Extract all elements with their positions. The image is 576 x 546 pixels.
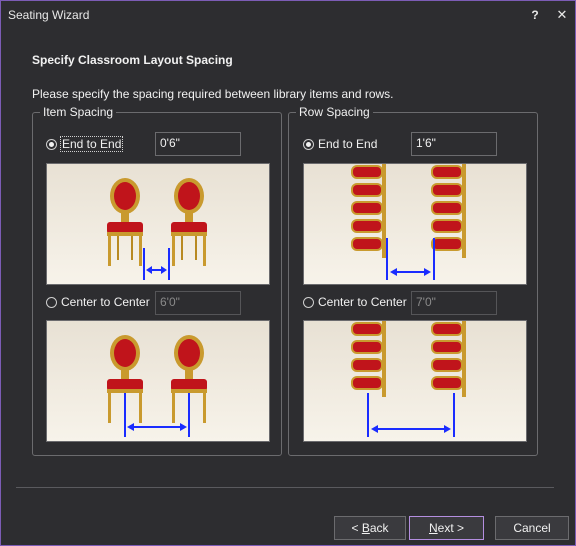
back-mnemonic: B	[361, 521, 370, 535]
item-center-to-center-image	[46, 320, 270, 442]
item-spacing-label: Item Spacing	[40, 105, 117, 119]
item-end-to-end-field[interactable]: 0'6"	[155, 132, 241, 156]
item-center-to-center-field[interactable]: 6'0"	[155, 291, 241, 315]
next-button[interactable]: Next >	[409, 516, 484, 540]
seating-wizard-window: Seating Wizard ? ✕ Specify Classroom Lay…	[0, 0, 576, 546]
item-center-to-center-radio[interactable]: Center to Center	[46, 295, 150, 309]
item-end-to-end-radio[interactable]: End to End	[46, 136, 124, 152]
radio-indicator	[46, 296, 57, 308]
cancel-button[interactable]: Cancel	[495, 516, 569, 540]
item-center-to-center-label: Center to Center	[61, 295, 150, 309]
back-button[interactable]: < Back	[334, 516, 406, 540]
row-center-to-center-radio[interactable]: Center to Center	[303, 295, 407, 309]
row-end-to-end-image	[303, 163, 527, 285]
close-button[interactable]: ✕	[553, 6, 571, 24]
item-end-to-end-image	[46, 163, 270, 285]
radio-indicator	[46, 138, 57, 150]
row-end-to-end-radio[interactable]: End to End	[303, 137, 377, 151]
help-button[interactable]: ?	[526, 6, 544, 24]
next-mnemonic: N	[428, 521, 438, 535]
back-prefix: <	[351, 521, 362, 535]
window-title: Seating Wizard	[8, 8, 90, 22]
row-center-to-center-field[interactable]: 7'0"	[411, 291, 497, 315]
row-end-to-end-label: End to End	[318, 137, 378, 151]
radio-indicator	[303, 296, 314, 308]
row-end-to-end-field[interactable]: 1'6"	[411, 132, 497, 156]
item-end-to-end-label: End to End	[59, 136, 124, 152]
row-center-to-center-label: Center to Center	[318, 295, 407, 309]
footer-separator	[16, 487, 554, 488]
page-title: Specify Classroom Layout Spacing	[32, 53, 233, 67]
row-spacing-label: Row Spacing	[296, 105, 373, 119]
row-center-to-center-image	[303, 320, 527, 442]
back-rest: ack	[369, 521, 389, 535]
title-bar: Seating Wizard ? ✕	[1, 1, 575, 29]
next-rest: ext >	[437, 521, 465, 535]
instruction-text: Please specify the spacing required betw…	[32, 87, 394, 101]
radio-indicator	[303, 138, 314, 150]
